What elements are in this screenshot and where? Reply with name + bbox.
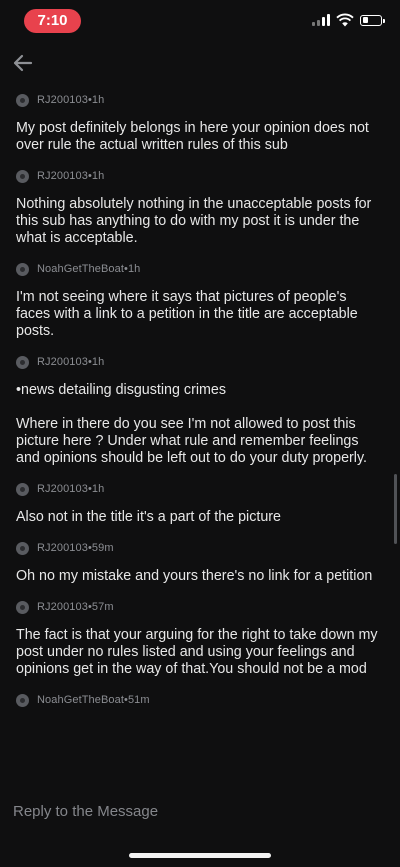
reply-bar[interactable]: Reply to the Message [0,792,400,832]
message: NoahGetTheBoat • 51m [0,690,400,710]
message-body: Oh no my mistake and yours there's no li… [16,568,373,584]
user-avatar-icon[interactable] [16,169,29,183]
message-meta: NoahGetTheBoat • 51m [16,690,384,710]
back-arrow-icon[interactable] [10,50,36,76]
message-age: 1h [91,483,105,495]
message-author[interactable]: RJ200103 [37,483,88,495]
message-age: 51m [127,694,150,706]
message-author[interactable]: RJ200103 [37,356,88,368]
message: RJ200103 • 1h •news detailing disgusting… [0,352,400,467]
message-body: Also not in the title it's a part of the… [16,509,281,525]
message-meta: RJ200103 • 57m [16,597,384,617]
user-avatar-icon[interactable] [16,355,29,369]
message-meta: RJ200103 • 1h [16,352,384,372]
message: RJ200103 • 59m Oh no my mistake and your… [0,538,400,585]
message: NoahGetTheBoat • 1h I'm not seeing where… [0,259,400,340]
user-avatar-icon[interactable] [16,600,29,614]
user-avatar-icon[interactable] [16,262,29,276]
battery-icon [360,14,385,26]
message-author[interactable]: RJ200103 [37,94,88,106]
user-avatar-icon[interactable] [16,93,29,107]
message: RJ200103 • 1h Nothing absolutely nothing… [0,166,400,247]
status-time: 7:10 [24,9,81,33]
wifi-icon [336,13,354,27]
reply-input[interactable]: Reply to the Message [13,803,158,820]
message-meta: RJ200103 • 59m [16,538,384,558]
message-age: 1h [91,356,105,368]
message-meta: RJ200103 • 1h [16,90,384,110]
status-icons [312,13,385,27]
message-author[interactable]: RJ200103 [37,170,88,182]
user-avatar-icon[interactable] [16,482,29,496]
message-body: Nothing absolutely nothing in the unacce… [16,196,372,246]
message-body: I'm not seeing where it says that pictur… [16,289,358,339]
message-meta: NoahGetTheBoat • 1h [16,259,384,279]
message: RJ200103 • 1h My post definitely belongs… [0,90,400,154]
message-age: 1h [91,170,105,182]
status-bar: 7:10 [0,0,400,44]
message-age: 57m [91,601,114,613]
message-body: •news detailing disgusting crimes Where … [16,382,368,466]
user-avatar-icon[interactable] [16,693,29,707]
message-author[interactable]: RJ200103 [37,601,88,613]
message-author[interactable]: NoahGetTheBoat [37,263,124,275]
message-meta: RJ200103 • 1h [16,166,384,186]
message-age: 1h [127,263,141,275]
message-age: 59m [91,542,114,554]
message: RJ200103 • 57m The fact is that your arg… [0,597,400,678]
user-avatar-icon[interactable] [16,541,29,555]
home-indicator[interactable] [129,853,271,858]
message-thread: RJ200103 • 1h My post definitely belongs… [0,82,400,710]
message: RJ200103 • 1h Also not in the title it's… [0,479,400,526]
message-author[interactable]: RJ200103 [37,542,88,554]
message-body: My post definitely belongs in here your … [16,120,369,153]
message-age: 1h [91,94,105,106]
cellular-signal-icon [312,14,330,26]
message-meta: RJ200103 • 1h [16,479,384,499]
message-author[interactable]: NoahGetTheBoat [37,694,124,706]
scrollbar-thumb[interactable] [394,474,397,544]
message-body: The fact is that your arguing for the ri… [16,627,378,677]
